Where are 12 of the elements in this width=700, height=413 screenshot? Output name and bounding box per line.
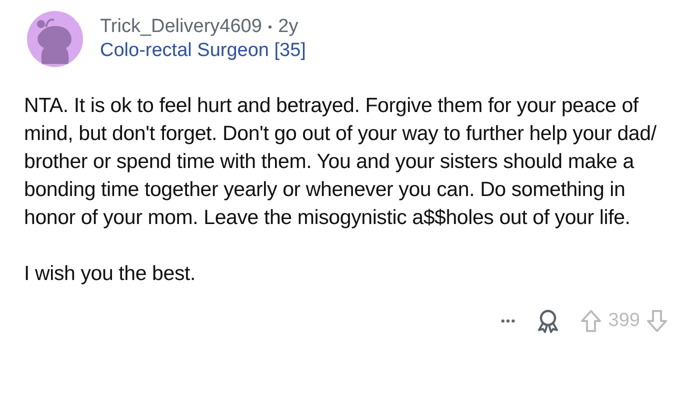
username[interactable]: Trick_Delivery4609: [100, 16, 262, 38]
comment-text: NTA. It is ok to feel hurt and betrayed. Forgive them for your peace of mind, but don't forget. Don't go out of your way to further help your dad/ brother or spend time with them. You and your sisters should make a bonding time together yearly or whenever you can. Do something in honor of your mom. Leave the misogynistic a$$holes out of your life.: [24, 93, 658, 231]
avatar-icon: [24, 8, 86, 70]
more-options-button[interactable]: •••: [500, 314, 516, 328]
award-icon[interactable]: [536, 308, 560, 334]
comment-age: 2y: [278, 16, 298, 38]
vote-score: 399: [608, 310, 640, 332]
downvote-icon[interactable]: [646, 309, 668, 333]
separator-dot: •: [268, 20, 272, 34]
comment-text: I wish you the best.: [24, 261, 196, 287]
upvote-icon[interactable]: [580, 309, 602, 333]
user-flair: Colo-rectal Surgeon [35]: [100, 40, 306, 62]
